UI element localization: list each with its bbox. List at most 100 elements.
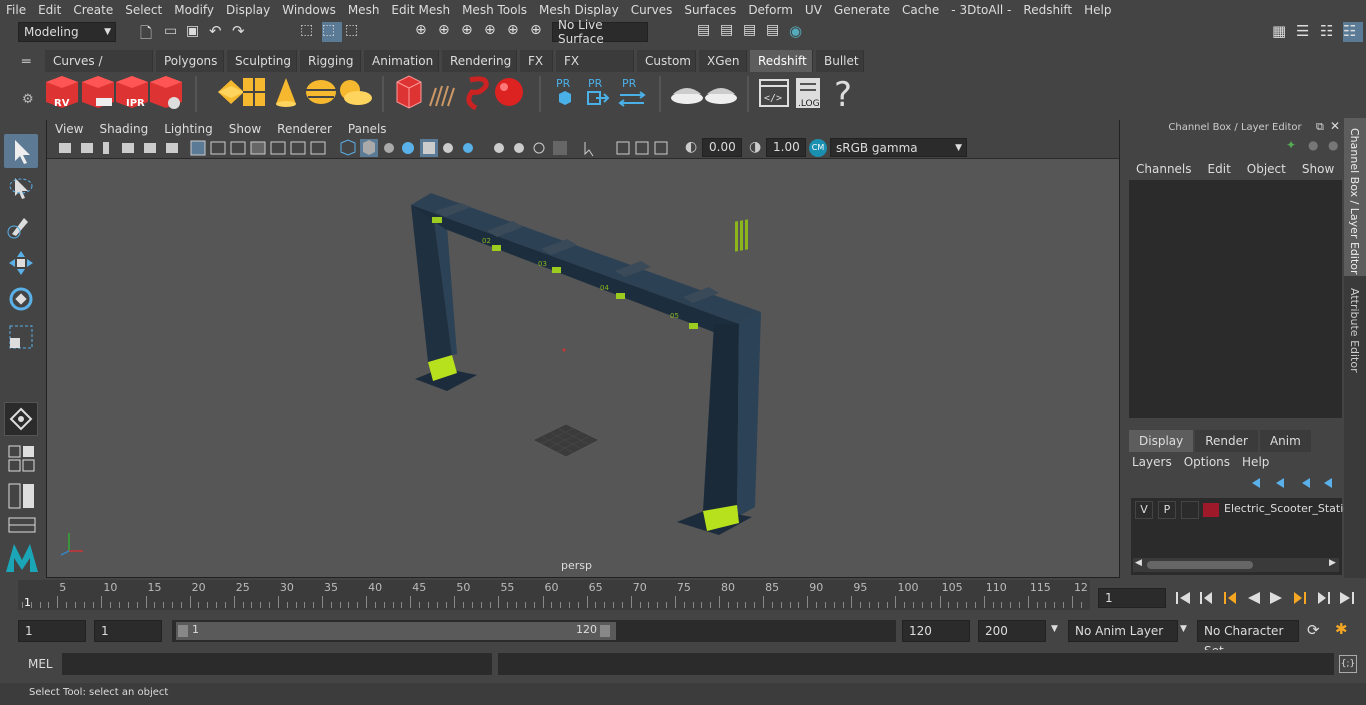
playback-end-field[interactable]: 120 — [902, 620, 970, 642]
render-settings-icon[interactable] — [150, 76, 182, 109]
scooter-station-model[interactable]: 02 03 04 05 — [411, 193, 761, 535]
tool-settings-icon[interactable]: ☷ — [1320, 22, 1340, 42]
channel-menu-edit[interactable]: Edit — [1208, 162, 1231, 178]
new-scene-icon[interactable]: 🗋 — [140, 23, 160, 43]
snap-curve-icon[interactable]: ⊕ — [438, 22, 458, 42]
safe-action-icon[interactable] — [290, 141, 306, 155]
menu-display[interactable]: Display — [220, 3, 276, 17]
time-ruler[interactable]: 5 10 15 20 25 30 35 40 45 50 55 60 65 70 75 80 85 90 95 100… — [18, 580, 1090, 610]
sphere-material-icon[interactable] — [495, 78, 523, 106]
undo-icon[interactable]: ↶ — [209, 22, 229, 42]
animation-preferences-icon[interactable]: ✱ — [1335, 620, 1348, 638]
menu-windows[interactable]: Windows — [276, 3, 342, 17]
chevron-down-icon[interactable]: ▼ — [1180, 624, 1187, 634]
menu-edit[interactable]: Edit — [32, 3, 67, 17]
lights-icon[interactable] — [443, 143, 453, 153]
script-editor-button[interactable]: {;} — [1339, 655, 1357, 673]
layer-playback-toggle[interactable]: P — [1158, 501, 1176, 519]
shelf-settings-icon[interactable]: ⚙ — [22, 92, 34, 107]
menu-modify[interactable]: Modify — [168, 3, 220, 17]
menu-surfaces[interactable]: Surfaces — [678, 3, 742, 17]
render-frame-icon[interactable]: ▤ — [720, 22, 740, 42]
move-layer-down-icon[interactable] — [1276, 478, 1284, 488]
pr-export-icon[interactable]: PR — [587, 77, 610, 105]
move-layer-up-icon[interactable] — [1252, 478, 1260, 488]
xray-icon[interactable] — [616, 141, 630, 155]
menu-create[interactable]: Create — [67, 3, 119, 17]
exposure-field[interactable]: 0.00 — [702, 138, 742, 157]
hair-icon[interactable] — [429, 85, 455, 107]
last-tool-button[interactable] — [4, 402, 38, 436]
auto-key-icon[interactable]: ⟳ — [1307, 621, 1320, 639]
move-tool-icon[interactable] — [6, 248, 36, 278]
shelf-tab-bullet[interactable]: Bullet — [816, 50, 864, 72]
pr-cube-icon[interactable]: PR — [556, 77, 571, 105]
layer-name[interactable]: Electric_Scooter_Statio — [1224, 502, 1350, 515]
ipr-render-icon[interactable]: ▤ — [743, 22, 763, 42]
safe-title-icon[interactable] — [310, 141, 326, 155]
perspective-viewport[interactable]: 02 03 04 05 persp — [47, 159, 1119, 577]
script-language-toggle[interactable]: MEL — [28, 657, 53, 671]
range-bar[interactable]: 1 120 — [172, 620, 896, 642]
menu-file[interactable]: File — [0, 3, 32, 17]
light-area-icon[interactable] — [243, 78, 265, 106]
hypershade-icon[interactable]: ◉ — [789, 22, 809, 42]
camera-attributes-icon[interactable] — [81, 143, 93, 153]
layer-scrollbar[interactable]: ◀ ▶ — [1133, 558, 1339, 572]
shelf-tab-xgen[interactable]: XGen — [699, 50, 747, 72]
range-left-grip[interactable] — [178, 625, 188, 637]
chevron-down-icon[interactable]: ▼ — [1051, 624, 1058, 634]
layer-color-swatch[interactable] — [1203, 503, 1219, 517]
scene-start-field[interactable]: 1 — [18, 620, 86, 642]
color-space-dropdown[interactable]: sRGB gamma ▼ — [830, 138, 967, 157]
new-layer-selected-icon[interactable] — [1324, 478, 1332, 488]
channel-menu-show[interactable]: Show — [1302, 162, 1334, 178]
panel-menu-renderer[interactable]: Renderer — [269, 122, 340, 136]
step-back-key-icon[interactable] — [1200, 592, 1212, 604]
pr-convert-icon[interactable]: PR — [618, 77, 646, 107]
layer-menu-help[interactable]: Help — [1242, 455, 1269, 469]
wireframe-on-shaded-icon[interactable] — [402, 142, 414, 154]
help-icon[interactable]: ? — [834, 75, 852, 115]
go-to-start-icon[interactable] — [1176, 592, 1190, 604]
play-backward-icon[interactable] — [1248, 592, 1260, 604]
modeling-toolkit-icon[interactable]: ▦ — [1272, 22, 1292, 42]
layer-visibility-toggle[interactable]: V — [1135, 501, 1153, 519]
redo-icon[interactable]: ↷ — [232, 22, 252, 42]
snap-point-icon[interactable]: ⊕ — [461, 22, 481, 42]
open-scene-icon[interactable]: ▭ — [164, 23, 184, 43]
camera-select-icon[interactable] — [59, 143, 71, 153]
command-input[interactable] — [62, 653, 492, 675]
range-right-grip[interactable] — [600, 625, 610, 637]
channel-menu-channels[interactable]: Channels — [1136, 162, 1192, 178]
scroll-right-icon[interactable]: ▶ — [1329, 558, 1336, 568]
current-frame-field[interactable]: 1 — [1098, 588, 1166, 608]
speed-icon[interactable]: ● — [1308, 138, 1318, 152]
shelf-tab-curves-surfaces[interactable]: Curves / Surfaces — [45, 50, 153, 90]
snap-grid-icon[interactable]: ⊕ — [415, 22, 435, 42]
menu-mesh-display[interactable]: Mesh Display — [533, 3, 625, 17]
motion-blur-icon[interactable] — [514, 143, 524, 153]
snap-vertex-icon[interactable]: ⊕ — [530, 22, 550, 42]
menu-select[interactable]: Select — [119, 3, 168, 17]
rotate-tool-icon[interactable] — [6, 284, 36, 314]
resolution-gate-icon[interactable] — [230, 141, 246, 155]
live-surface-field[interactable]: No Live Surface — [552, 18, 648, 46]
snap-surface-icon[interactable]: ⊕ — [507, 22, 527, 42]
panel-menu-lighting[interactable]: Lighting — [156, 122, 221, 136]
grease-pencil-icon[interactable] — [166, 143, 178, 153]
step-forward-key-icon[interactable] — [1318, 592, 1330, 604]
channel-menu-object[interactable]: Object — [1247, 162, 1286, 178]
light-rect-icon[interactable] — [218, 80, 244, 104]
attribute-editor-toggle-icon[interactable]: ☰ — [1296, 22, 1316, 42]
time-slider[interactable]: 5 10 15 20 25 30 35 40 45 50 55 60 65 70 75 80 85 90 95 100… — [0, 580, 1366, 614]
default-material-icon[interactable] — [384, 143, 394, 153]
wireframe-icon[interactable] — [340, 139, 356, 156]
side-tab-attribute-editor[interactable]: Attribute Editor — [1344, 278, 1366, 378]
menu-uv[interactable]: UV — [799, 3, 828, 17]
anti-alias-icon[interactable] — [533, 142, 545, 154]
image-plane-icon[interactable] — [122, 143, 134, 153]
play-forward-icon[interactable] — [1270, 592, 1282, 604]
script-editor-icon[interactable]: </> — [759, 79, 789, 107]
layer-menu-options[interactable]: Options — [1184, 455, 1230, 469]
